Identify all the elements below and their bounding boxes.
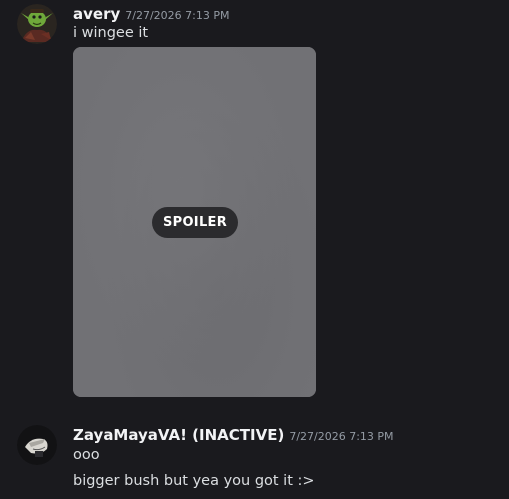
user-avatar[interactable] [17,425,57,465]
timestamp[interactable]: 7/27/2026 7:13 PM [289,430,393,443]
username[interactable]: avery [73,5,120,23]
message-header: ZayaMayaVA! (INACTIVE) 7/27/2026 7:13 PM [73,425,394,444]
spoiler-image-attachment[interactable]: SPOILER [73,47,316,397]
spoiler-badge[interactable]: SPOILER [152,207,238,238]
message-text: ooo [73,447,100,463]
user-avatar[interactable] [17,4,57,44]
goblin-avatar-icon [17,4,57,44]
chat-message-list: avery 7/27/2026 7:13 PM i wingee it SPOIL… [0,0,509,499]
timestamp[interactable]: 7/27/2026 7:13 PM [125,9,229,22]
message-text: i wingee it [73,25,149,41]
character-avatar-icon [17,425,57,465]
message-text: bigger bush but yea you got it :> [73,473,315,489]
username[interactable]: ZayaMayaVA! (INACTIVE) [73,426,284,444]
message-header: avery 7/27/2026 7:13 PM [73,4,229,23]
